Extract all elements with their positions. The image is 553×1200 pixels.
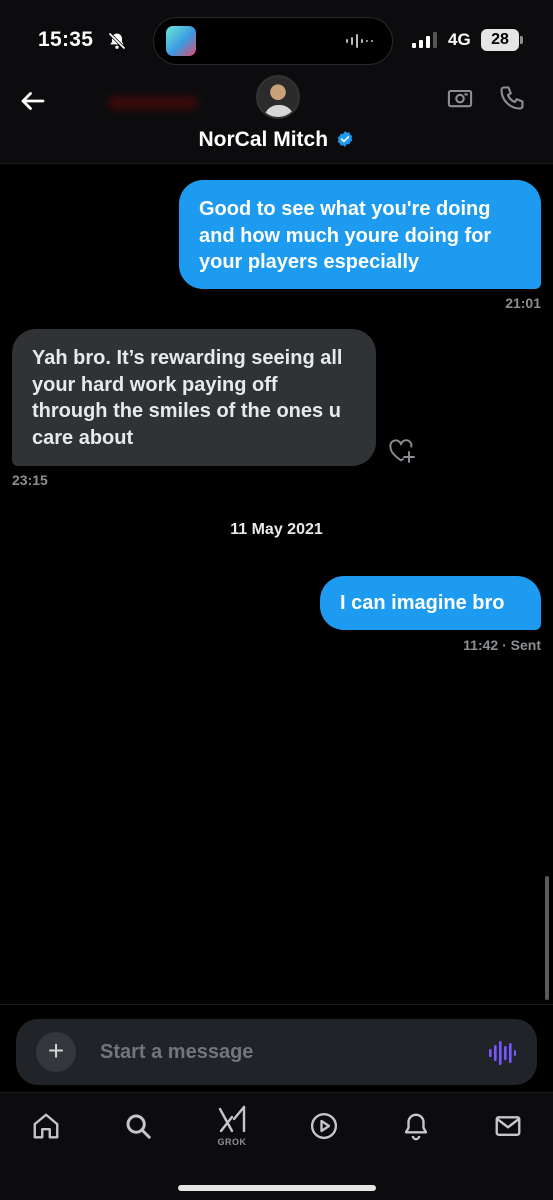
battery-level: 28 (481, 29, 519, 51)
status-bar: 15:35 4G 28 (0, 0, 553, 80)
voice-message-icon[interactable] (488, 1039, 516, 1067)
grok-label: GROK (217, 1137, 247, 1147)
sent-message[interactable]: Good to see what you're doing and how mu… (179, 180, 541, 289)
heart-plus-icon[interactable] (388, 438, 416, 464)
home-indicator[interactable] (178, 1185, 376, 1191)
bottom-navigation: GROK (0, 1092, 553, 1200)
blurred-content (108, 96, 198, 110)
messages-mail-icon[interactable] (493, 1111, 523, 1141)
message-composer[interactable]: + Start a message (16, 1019, 537, 1085)
home-icon[interactable] (31, 1111, 61, 1141)
grok-icon[interactable] (215, 1105, 249, 1135)
status-time: 15:35 (38, 28, 94, 51)
composer-area: + Start a message (0, 1004, 553, 1092)
date-separator: 11 May 2021 (230, 521, 323, 538)
add-media-button[interactable]: + (36, 1032, 76, 1072)
back-arrow-icon[interactable] (18, 86, 48, 116)
signal-strength-icon (412, 32, 437, 48)
video-call-icon[interactable] (446, 84, 474, 112)
dynamic-island[interactable] (153, 17, 393, 65)
phone-call-icon[interactable] (498, 84, 526, 112)
notifications-bell-icon[interactable] (401, 1111, 431, 1141)
message-timestamp: 21:01 (505, 295, 541, 311)
sent-message[interactable]: I can imagine bro (320, 576, 541, 630)
battery-nub (520, 36, 523, 44)
network-type: 4G (448, 30, 471, 49)
message-timestamp: 23:15 (12, 472, 48, 488)
avatar[interactable] (256, 75, 300, 119)
conversation-header: NorCal Mitch (0, 75, 553, 164)
verified-badge-icon (338, 130, 353, 147)
message-input[interactable]: Start a message (100, 1019, 253, 1085)
contact-name-row[interactable]: NorCal Mitch (0, 128, 553, 152)
message-status: 11:42 · Sent (463, 637, 541, 653)
search-icon[interactable] (123, 1111, 153, 1141)
avatar-shirt (264, 105, 294, 117)
contact-name: NorCal Mitch (198, 128, 329, 151)
received-message[interactable]: Yah bro. It’s rewarding seeing all your … (12, 329, 376, 466)
app-thumbnail-icon (166, 26, 196, 56)
play-video-icon[interactable] (309, 1111, 339, 1141)
audio-wave-icon (346, 34, 373, 48)
bell-off-icon (108, 32, 126, 50)
scrollbar[interactable] (545, 876, 549, 1000)
